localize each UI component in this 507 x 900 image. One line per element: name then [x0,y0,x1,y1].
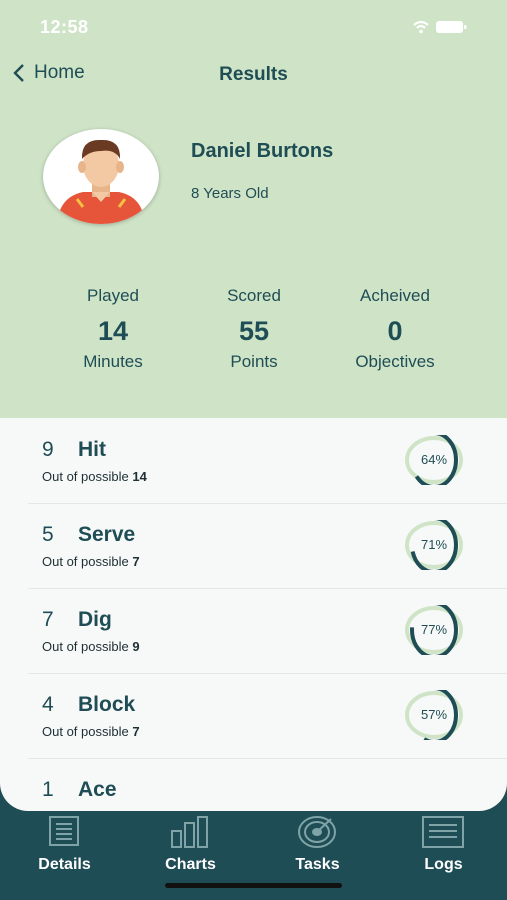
skill-subtitle: Out of possible 7 [42,554,140,569]
progress-ring: 64% [404,435,464,485]
skill-subtitle: Out of possible 14 [42,469,147,484]
tab-label: Tasks [295,856,340,873]
stat-unit: Objectives [355,352,435,371]
wifi-icon [413,20,429,34]
profile-header: 12:58 Home Results Daniel Burtons 8 Year… [0,0,507,418]
logs-icon [422,816,464,848]
list-item-ace[interactable]: 1 Ace [28,758,507,811]
stat-unit: Minutes [83,352,143,371]
skill-count: 1 [42,778,54,801]
skill-title: 4 Block [42,693,135,717]
stat-unit: Points [230,352,278,371]
skill-name: Block [78,693,136,716]
nav-bar: Home Results [0,58,507,94]
status-icons [411,19,471,40]
stat-value: 55 [238,316,270,346]
list-item-hit[interactable]: 9 Hit Out of possible 14 64% [28,418,507,504]
skill-subtitle: Out of possible 7 [42,724,140,739]
progress-percent: 71% [420,537,448,552]
skill-name: Ace [78,778,117,801]
progress-percent: 64% [420,452,448,467]
stat-played: Played 14 Minutes [43,286,183,372]
avatar-illustration [57,139,145,224]
skill-count: 5 [42,523,54,546]
player-name: Daniel Burtons [191,140,334,162]
list-item-dig[interactable]: 7 Dig Out of possible 9 77% [28,588,507,674]
tab-label: Charts [165,856,216,873]
page-title: Results [219,64,288,85]
tab-label: Logs [424,856,463,873]
progress-percent: 57% [420,707,448,722]
skill-name: Dig [78,608,112,631]
progress-ring: 77% [404,605,464,655]
skill-possible: 7 [132,554,140,569]
tab-label: Details [38,856,91,873]
skill-sub-prefix: Out of possible [42,639,129,654]
details-icon [49,816,79,846]
skill-title: 1 Ace [42,778,117,802]
tab-tasks[interactable]: Tasks [254,811,381,891]
avatar [43,129,159,224]
player-age: 8 Years Old [191,185,269,202]
skill-count: 7 [42,608,54,631]
skill-title: 9 Hit [42,438,106,462]
skill-sub-prefix: Out of possible [42,724,129,739]
skill-count: 9 [42,438,54,461]
tab-charts[interactable]: Charts [127,811,254,891]
stat-label: Played [87,286,139,305]
skill-sub-prefix: Out of possible [42,554,129,569]
battery-icon [436,21,467,33]
stat-value: 14 [97,316,129,346]
skill-title: 7 Dig [42,608,112,632]
stat-label: Scored [227,286,281,305]
home-indicator [165,883,342,888]
charts-icon [171,816,208,848]
stat-label: Acheived [360,286,430,305]
stat-value: 0 [387,316,403,346]
tab-details[interactable]: Details [1,811,128,891]
skill-title: 5 Serve [42,523,135,547]
skill-count: 4 [42,693,54,716]
target-icon [298,816,336,848]
skill-sub-prefix: Out of possible [42,469,129,484]
status-time: 12:58 [40,17,89,37]
list-item-block[interactable]: 4 Block Out of possible 7 57% [28,673,507,759]
progress-ring: 71% [404,520,464,570]
skill-possible: 9 [132,639,140,654]
skill-possible: 14 [132,469,147,484]
skill-possible: 7 [132,724,140,739]
tab-logs[interactable]: Logs [380,811,507,891]
skill-name: Hit [78,438,106,461]
stat-achieved: Acheived 0 Objectives [325,286,465,372]
progress-percent: 77% [420,622,448,637]
skill-name: Serve [78,523,136,546]
progress-ring: 57% [404,690,464,740]
skill-subtitle: Out of possible 9 [42,639,140,654]
status-bar: 12:58 [0,14,507,42]
stat-scored: Scored 55 Points [184,286,324,372]
list-item-serve[interactable]: 5 Serve Out of possible 7 71% [28,503,507,589]
skills-list: 9 Hit Out of possible 14 64% 5 Serve Out o… [0,418,507,811]
